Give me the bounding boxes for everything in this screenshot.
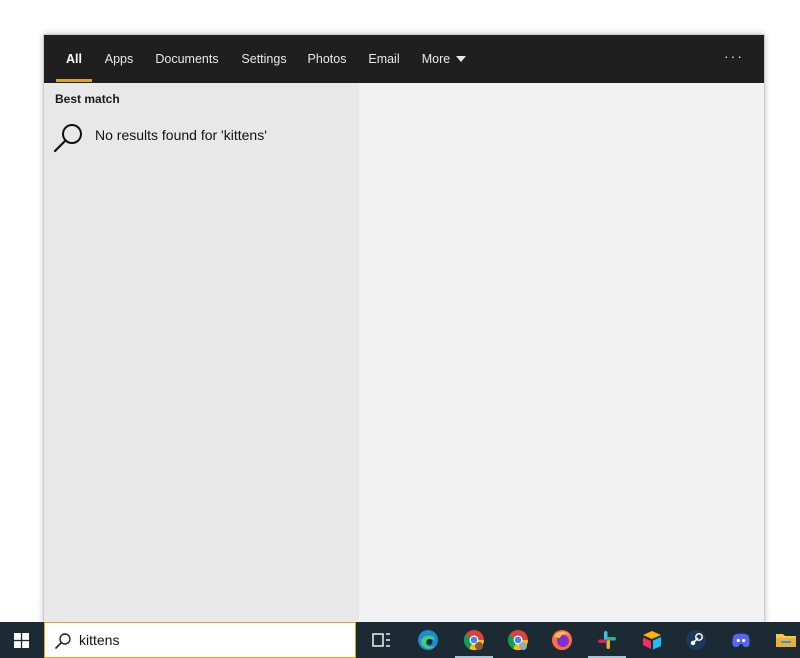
tab-apps[interactable]: Apps xyxy=(102,35,136,83)
taskbar xyxy=(0,622,800,658)
tab-all[interactable]: All xyxy=(56,35,92,83)
preview-pane xyxy=(359,83,764,624)
task-view-icon xyxy=(372,633,390,647)
tab-more[interactable]: More xyxy=(418,35,470,83)
steam-button[interactable] xyxy=(674,622,718,658)
firefox-icon xyxy=(552,630,572,650)
search-panel: All Apps Documents Settings Photos Email… xyxy=(43,34,765,624)
file-explorer-button[interactable] xyxy=(764,622,800,658)
discord-button[interactable] xyxy=(719,622,763,658)
tab-photos[interactable]: Photos xyxy=(305,35,349,83)
tab-documents[interactable]: Documents xyxy=(150,35,224,83)
tab-photos-label: Photos xyxy=(307,52,347,66)
tab-more-label: More xyxy=(421,52,451,66)
discord-icon xyxy=(732,633,750,648)
folder-icon xyxy=(776,634,796,647)
taskbar-search-box[interactable] xyxy=(44,622,356,658)
chrome-button-2[interactable] xyxy=(496,622,540,658)
steam-icon xyxy=(686,630,706,650)
edge-icon xyxy=(418,630,438,650)
firefox-button[interactable] xyxy=(540,622,584,658)
search-icon xyxy=(53,124,82,153)
tab-documents-label: Documents xyxy=(155,52,219,66)
search-tab-bar: All Apps Documents Settings Photos Email… xyxy=(44,35,764,83)
edge-button[interactable] xyxy=(406,622,450,658)
search-input[interactable] xyxy=(79,623,349,657)
best-match-heading: Best match xyxy=(55,92,120,106)
slack-button[interactable] xyxy=(585,622,629,658)
tab-all-label: All xyxy=(66,52,82,66)
tab-email[interactable]: Email xyxy=(366,35,402,83)
tab-settings[interactable]: Settings xyxy=(238,35,290,83)
search-icon xyxy=(55,633,71,649)
airtable-button[interactable] xyxy=(630,622,674,658)
no-results-message: No results found for 'kittens' xyxy=(95,127,267,143)
tab-email-label: Email xyxy=(368,52,400,66)
chrome-button-1[interactable] xyxy=(452,622,496,658)
chrome-icon xyxy=(507,630,529,651)
tab-apps-label: Apps xyxy=(104,52,134,66)
windows-logo-icon xyxy=(14,633,29,648)
caret-down-icon xyxy=(456,55,467,62)
airtable-icon xyxy=(643,631,661,650)
start-button[interactable] xyxy=(0,622,44,658)
slack-icon xyxy=(598,631,616,649)
more-options-button[interactable]: ··· xyxy=(724,35,744,83)
active-tab-indicator xyxy=(56,79,92,82)
tab-settings-label: Settings xyxy=(241,52,287,66)
task-view-button[interactable] xyxy=(359,622,403,658)
no-results-item: No results found for 'kittens' xyxy=(44,115,359,157)
chrome-icon xyxy=(463,630,485,651)
results-list: Best match No results found for 'kittens… xyxy=(44,83,359,624)
